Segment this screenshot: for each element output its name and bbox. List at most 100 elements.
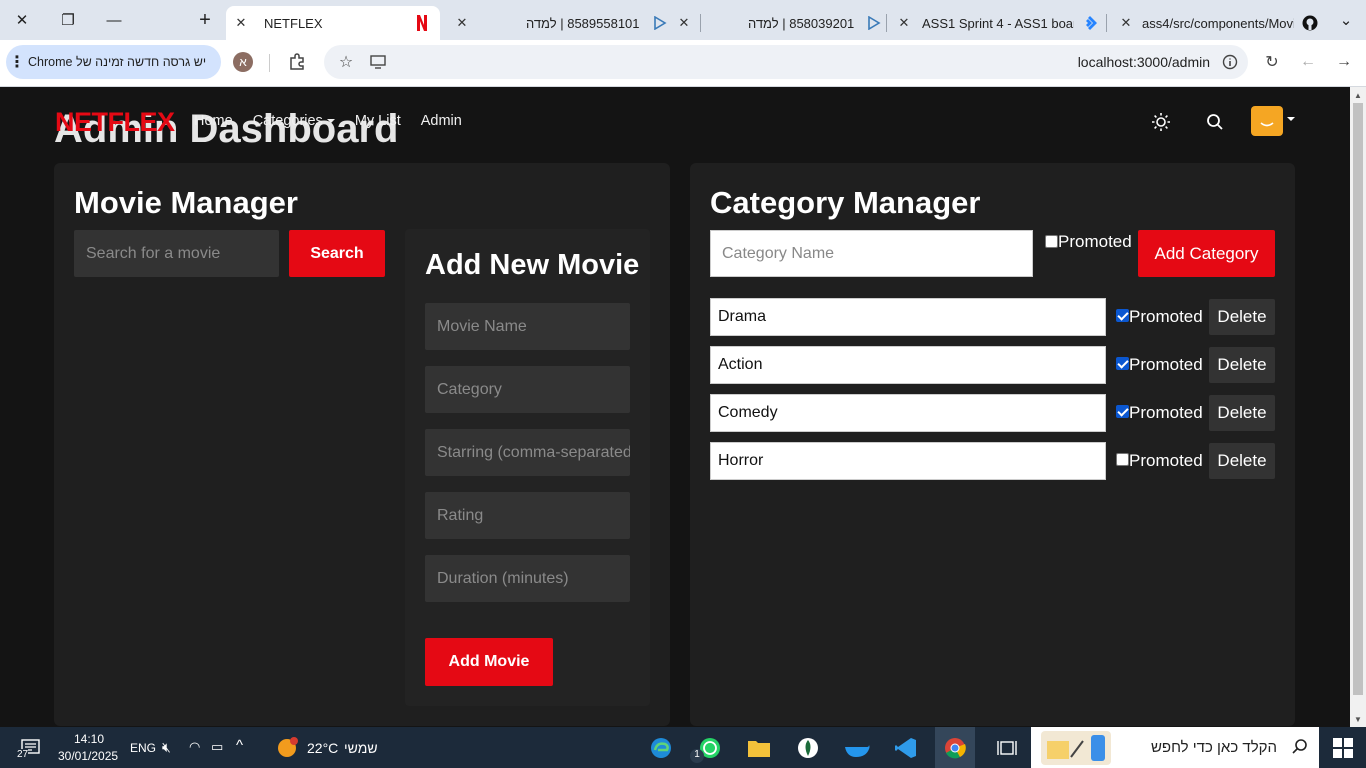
app-viewport: Admin Dashboard NETFLEX Home Categories …	[0, 87, 1350, 727]
navbar: NETFLEX Home Categories My List Admin	[0, 87, 1350, 157]
movie-rating-input[interactable]	[425, 492, 630, 539]
volume-muted-icon[interactable]: 🔇︎	[162, 739, 171, 756]
more-menu-icon[interactable]: ⋮	[6, 52, 28, 72]
reload-icon[interactable]: ↻	[1260, 50, 1284, 74]
tab-title: ASS1 Sprint 4 - ASS1 board	[922, 15, 1074, 31]
category-name-input[interactable]	[710, 230, 1033, 277]
taskbar-search-box[interactable]: הקלד כאן כדי לחפש	[1031, 727, 1319, 768]
weather-label[interactable]: שמשי	[344, 740, 378, 756]
tab-lamda-1[interactable]: ✕ 8589558101 | למדה	[454, 6, 694, 40]
close-tab-icon[interactable]: ✕	[454, 15, 470, 31]
movie-category-input[interactable]	[425, 366, 630, 413]
search-icon[interactable]	[1204, 111, 1226, 133]
tab-title: 858039201 | למדה	[748, 15, 855, 31]
category-name-field[interactable]	[710, 394, 1106, 432]
wifi-icon[interactable]: ◠	[189, 739, 200, 755]
install-app-icon[interactable]	[366, 50, 390, 74]
windows-taskbar: 27 14:10 30/01/2025 ENG 🔇︎ ◠ ▭ ^ 22°C שמ…	[0, 727, 1366, 768]
nav-link-my-list[interactable]: My List	[355, 113, 401, 129]
movie-manager-title: Movie Manager	[74, 185, 298, 220]
movie-name-input[interactable]	[425, 303, 630, 350]
battery-icon[interactable]: ▭	[211, 739, 223, 755]
close-window-icon[interactable]: ✕	[8, 8, 36, 32]
category-promoted-checkbox[interactable]	[1116, 453, 1129, 466]
close-tab-icon[interactable]: ✕	[233, 15, 249, 31]
profile-avatar[interactable]: א	[233, 52, 253, 72]
tab-jira[interactable]: ✕ ASS1 Sprint 4 - ASS1 board	[896, 6, 1102, 40]
close-tab-icon[interactable]: ✕	[676, 15, 692, 31]
jira-favicon-icon	[1082, 15, 1098, 31]
close-tab-icon[interactable]: ✕	[896, 15, 912, 31]
scroll-up-icon[interactable]: ▲	[1350, 87, 1366, 103]
show-hidden-icons-chevron-icon[interactable]: ^	[236, 737, 243, 754]
add-category-button[interactable]: Add Category	[1138, 230, 1275, 277]
chrome-update-button[interactable]: ⋮ יש גרסה חדשה זמינה של Chrome	[6, 45, 221, 79]
back-icon[interactable]: ←	[1296, 50, 1320, 74]
delete-category-button[interactable]: Delete	[1209, 299, 1275, 335]
page-scrollbar[interactable]: ▲ ▼	[1350, 87, 1366, 727]
netflix-favicon-icon	[414, 15, 430, 31]
vscode-icon[interactable]	[891, 733, 921, 763]
search-placeholder: הקלד כאן כדי לחפש	[1150, 739, 1277, 756]
task-view-icon[interactable]	[992, 733, 1022, 763]
chrome-taskbar-icon[interactable]	[935, 727, 975, 768]
scroll-down-icon[interactable]: ▼	[1350, 711, 1366, 727]
tab-divider	[886, 14, 887, 32]
add-movie-title: Add New Movie	[425, 249, 640, 281]
tab-netflex[interactable]: ✕ NETFLEX	[226, 6, 440, 40]
bookmark-star-icon[interactable]: ☆	[334, 50, 358, 74]
category-name-field[interactable]	[710, 298, 1106, 336]
movie-duration-input[interactable]	[425, 555, 630, 602]
category-promoted-checkbox[interactable]	[1116, 405, 1129, 418]
windows-start-icon[interactable]	[1328, 733, 1358, 763]
category-name-field[interactable]	[710, 442, 1106, 480]
profile-dropdown-caret-icon[interactable]	[1287, 117, 1295, 121]
docker-icon[interactable]	[842, 733, 872, 763]
profile-avatar[interactable]	[1251, 106, 1283, 136]
lamda-favicon-icon	[866, 15, 882, 31]
weather-sun-icon[interactable]	[272, 733, 302, 763]
clock-date[interactable]: 30/01/2025	[58, 749, 118, 763]
tab-title: NETFLEX	[264, 15, 323, 31]
category-promoted-checkbox[interactable]	[1116, 309, 1129, 322]
forward-icon[interactable]: →	[1332, 50, 1356, 74]
nav-link-label: Categories	[252, 113, 323, 129]
address-bar[interactable]: ☆ localhost:3000/admin	[324, 45, 1248, 79]
movie-starring-input[interactable]	[425, 429, 630, 476]
tab-github[interactable]: ✕ ass4/src/components/Movie	[1118, 6, 1323, 40]
movie-search-input[interactable]	[74, 230, 279, 277]
minimize-window-icon[interactable]: —	[100, 8, 128, 32]
close-tab-icon[interactable]: ✕	[1118, 15, 1134, 31]
add-movie-button[interactable]: Add Movie	[425, 638, 553, 686]
category-manager-title: Category Manager	[710, 185, 981, 220]
scrollbar-thumb[interactable]	[1353, 103, 1363, 695]
weather-temp[interactable]: 22°C	[307, 740, 338, 756]
promoted-label: Promoted	[1129, 307, 1203, 326]
language-indicator[interactable]: ENG	[130, 741, 156, 755]
tab-lamda-2[interactable]: ✕ 858039201 | למדה	[676, 6, 886, 40]
clock-time[interactable]: 14:10	[74, 732, 104, 746]
delete-category-button[interactable]: Delete	[1209, 443, 1275, 479]
edge-icon[interactable]	[646, 733, 676, 763]
category-promoted-checkbox[interactable]	[1116, 357, 1129, 370]
file-explorer-icon[interactable]	[744, 733, 774, 763]
extensions-icon[interactable]	[285, 50, 309, 74]
nav-link-admin[interactable]: Admin	[421, 113, 462, 129]
url-text: localhost:3000/admin	[1077, 54, 1210, 70]
lamda-favicon-icon	[652, 15, 668, 31]
restore-window-icon[interactable]: ❐	[54, 8, 82, 32]
nav-link-categories[interactable]: Categories	[253, 113, 335, 129]
site-info-icon[interactable]	[1218, 50, 1242, 74]
delete-category-button[interactable]: Delete	[1209, 347, 1275, 383]
mongodb-compass-icon[interactable]	[793, 733, 823, 763]
netflex-logo[interactable]: NETFLEX	[55, 107, 175, 138]
new-category-promoted-checkbox[interactable]	[1045, 235, 1058, 248]
new-tab-icon[interactable]: +	[191, 8, 219, 32]
nav-link-home[interactable]: Home	[194, 113, 233, 129]
search-icon	[1291, 738, 1309, 761]
search-button[interactable]: Search	[289, 230, 385, 277]
delete-category-button[interactable]: Delete	[1209, 395, 1275, 431]
category-name-field[interactable]	[710, 346, 1106, 384]
tab-search-chevron-icon[interactable]: ⌄	[1332, 8, 1360, 32]
theme-toggle-sun-icon[interactable]	[1150, 111, 1172, 133]
